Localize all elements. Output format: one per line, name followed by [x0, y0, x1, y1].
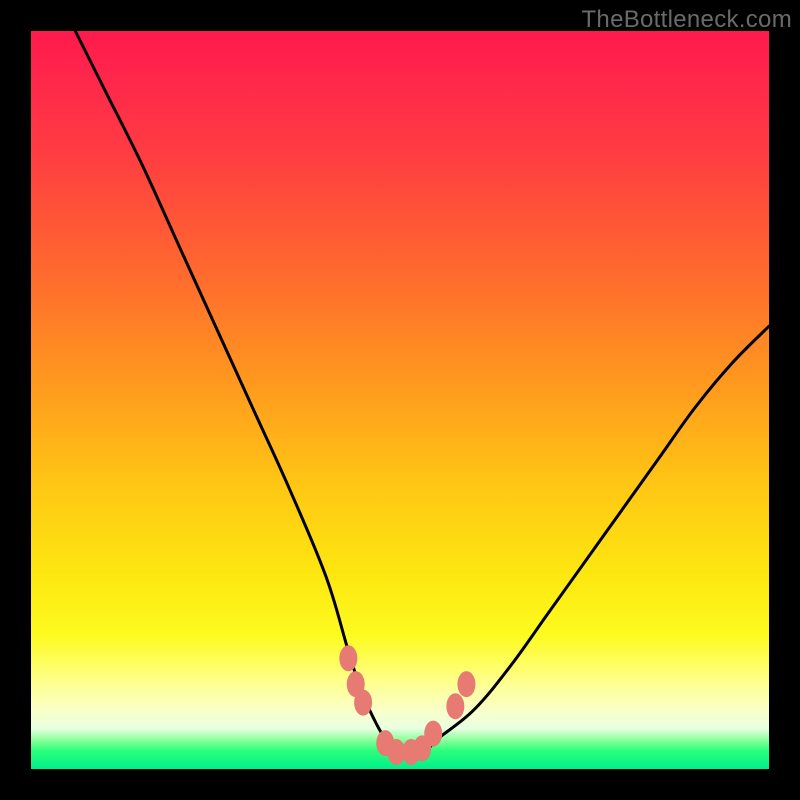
curve-markers: [339, 645, 475, 765]
chart-svg: [31, 31, 769, 769]
curve-marker: [354, 690, 372, 716]
chart-frame: TheBottleneck.com: [0, 0, 800, 800]
curve-marker: [446, 693, 464, 719]
curve-marker: [339, 645, 357, 671]
plot-area: [31, 31, 769, 769]
curve-marker: [424, 721, 442, 747]
watermark-text: TheBottleneck.com: [581, 6, 792, 34]
bottleneck-curve: [75, 31, 769, 756]
curve-marker: [457, 671, 475, 697]
